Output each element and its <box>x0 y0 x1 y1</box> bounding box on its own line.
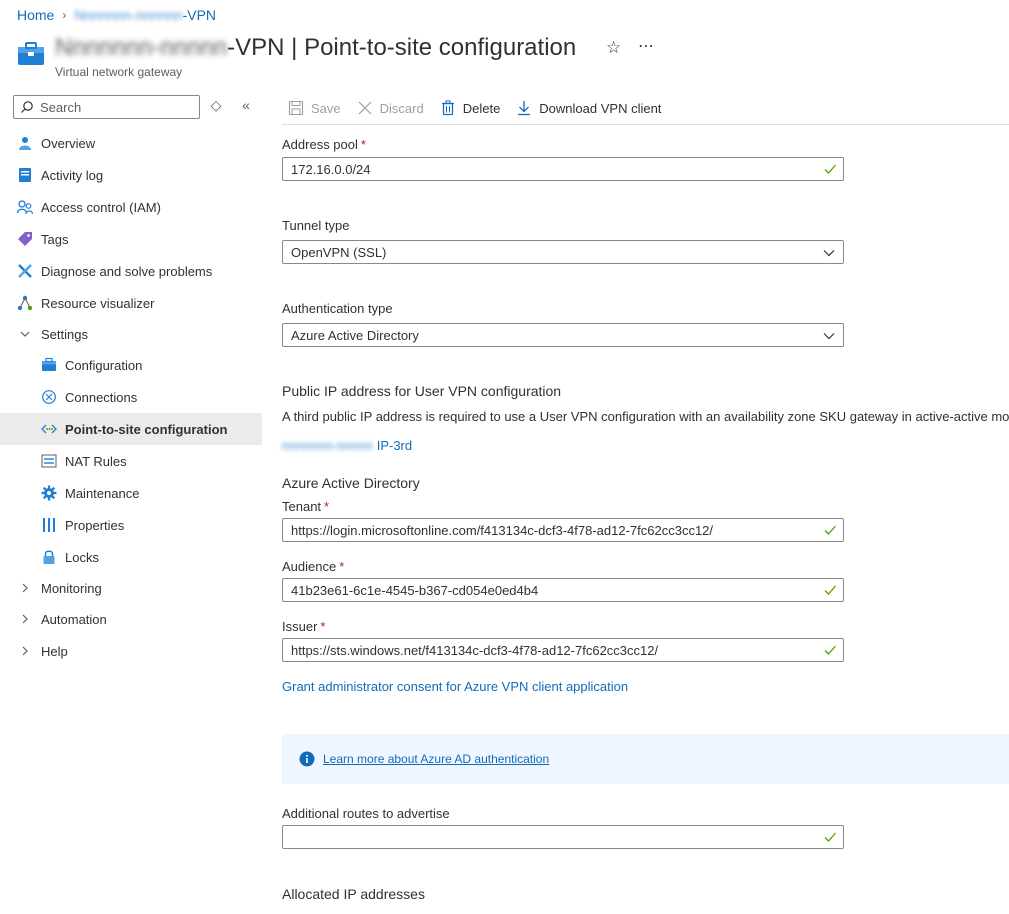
tunnel-type-select[interactable]: OpenVPN (SSL) <box>282 240 844 264</box>
breadcrumb-resource-link[interactable]: Nnnnnnn-nnnnnn-VPN <box>74 7 216 23</box>
discard-button[interactable]: Discard <box>349 94 432 122</box>
page-header: Nnnnnnn-nnnnn -VPN | Point-to-site config… <box>16 32 996 82</box>
redacted-name: Nnnnnnn-nnnnnn <box>74 7 183 23</box>
sidebar-item-tags[interactable]: Tags <box>0 223 262 255</box>
audience-input[interactable]: 41b23e61-6c1e-4545-b367-cd054e0ed4b4 <box>282 578 844 602</box>
virtual-network-gateway-icon <box>18 42 44 65</box>
sidebar-item-iam[interactable]: Access control (IAM) <box>0 191 262 223</box>
chevron-down-icon <box>17 326 33 342</box>
additional-routes-input[interactable] <box>282 825 844 849</box>
close-icon <box>358 101 372 115</box>
check-icon <box>824 525 836 535</box>
lock-icon <box>41 549 57 565</box>
tunnel-type-label: Tunnel type <box>282 218 350 233</box>
sort-toggle-icon[interactable]: ◇ <box>206 97 226 117</box>
iam-icon <box>17 199 33 215</box>
sidebar-item-point-to-site[interactable]: Point-to-site configuration <box>0 413 262 445</box>
allocated-ip-section-title: Allocated IP addresses <box>282 886 425 902</box>
sidebar-item-overview[interactable]: Overview <box>0 127 262 159</box>
learn-more-aad-link[interactable]: Learn more about Azure AD authentication <box>323 752 549 766</box>
collapse-sidebar-icon[interactable]: « <box>236 97 256 117</box>
properties-icon <box>41 517 57 533</box>
activity-log-icon <box>17 167 33 183</box>
redacted-name: nnnnnnn-nnnnn <box>282 438 374 453</box>
tenant-input[interactable]: https://login.microsoftonline.com/f41313… <box>282 518 844 542</box>
check-icon <box>824 585 836 595</box>
required-marker: * <box>360 137 366 152</box>
sidebar-search-input[interactable]: Search <box>13 95 200 119</box>
chevron-down-icon <box>823 250 835 257</box>
public-ip-link[interactable]: nnnnnnn-nnnnn IP-3rd <box>282 438 412 453</box>
check-icon <box>824 832 836 842</box>
trash-icon <box>441 100 454 116</box>
sidebar-item-nat-rules[interactable]: NAT Rules <box>0 445 262 477</box>
download-icon <box>518 101 531 116</box>
tag-icon <box>17 231 33 247</box>
sidebar-item-maintenance[interactable]: Maintenance <box>0 477 262 509</box>
aad-section-title: Azure Active Directory <box>282 475 420 491</box>
address-pool-input[interactable]: 172.16.0.0/24 <box>282 157 844 181</box>
delete-button[interactable]: Delete <box>432 94 509 122</box>
sidebar-group-help[interactable]: Help <box>0 635 262 667</box>
sidebar-item-activity-log[interactable]: Activity log <box>0 159 262 191</box>
breadcrumb: Home › Nnnnnnn-nnnnnn-VPN <box>17 6 216 24</box>
info-icon <box>299 751 315 767</box>
save-button[interactable]: Save <box>282 94 349 122</box>
page-subtitle: Virtual network gateway <box>55 65 183 79</box>
connections-icon <box>41 389 57 405</box>
save-icon <box>288 100 304 116</box>
address-pool-label: Address pool * <box>282 137 366 152</box>
favorite-star-icon[interactable]: ☆ <box>606 38 621 58</box>
search-icon <box>21 101 33 113</box>
authentication-type-label: Authentication type <box>282 301 393 316</box>
additional-routes-label: Additional routes to advertise <box>282 806 450 821</box>
more-options-icon[interactable]: ⋯ <box>638 36 655 56</box>
authentication-type-select[interactable]: Azure Active Directory <box>282 323 844 347</box>
wrench-icon <box>17 263 33 279</box>
chevron-right-icon <box>17 611 33 627</box>
required-marker: * <box>320 619 326 634</box>
info-banner: Learn more about Azure AD authentication <box>282 734 1009 784</box>
public-ip-description: A third public IP address is required to… <box>282 409 1009 424</box>
check-icon <box>824 645 836 655</box>
required-marker: * <box>324 499 330 514</box>
visualizer-icon <box>17 295 33 311</box>
grant-admin-consent-link[interactable]: Grant administrator consent for Azure VP… <box>282 679 628 694</box>
sidebar-item-resource-visualizer[interactable]: Resource visualizer <box>0 287 262 319</box>
command-bar: Save Discard Delete Download VPN client <box>282 92 1009 125</box>
issuer-label: Issuer * <box>282 619 326 634</box>
sidebar-group-settings[interactable]: Settings <box>0 319 262 349</box>
sidebar-item-diagnose[interactable]: Diagnose and solve problems <box>0 255 262 287</box>
point-to-site-icon <box>41 421 57 437</box>
gear-icon <box>41 485 57 501</box>
audience-label: Audience * <box>282 559 345 574</box>
sidebar-group-monitoring[interactable]: Monitoring <box>0 573 262 603</box>
sidebar-group-automation[interactable]: Automation <box>0 603 262 635</box>
public-ip-section-title: Public IP address for User VPN configura… <box>282 383 562 399</box>
required-marker: * <box>339 559 345 574</box>
download-vpn-client-button[interactable]: Download VPN client <box>508 94 669 122</box>
page-title: Nnnnnnn-nnnnn -VPN | Point-to-site config… <box>55 34 577 61</box>
overview-icon <box>17 135 33 151</box>
sidebar-item-properties[interactable]: Properties <box>0 509 262 541</box>
breadcrumb-home-link[interactable]: Home <box>17 7 54 23</box>
chevron-right-icon <box>17 643 33 659</box>
chevron-right-icon <box>17 580 33 596</box>
sidebar-item-configuration[interactable]: Configuration <box>0 349 262 381</box>
nat-rules-icon <box>41 453 57 469</box>
issuer-input[interactable]: https://sts.windows.net/f413134c-dcf3-4f… <box>282 638 844 662</box>
tenant-label: Tenant * <box>282 499 330 514</box>
chevron-right-icon: › <box>62 8 67 22</box>
sidebar-item-locks[interactable]: Locks <box>0 541 262 573</box>
chevron-down-icon <box>823 333 835 340</box>
configuration-icon <box>41 357 57 373</box>
sidebar-item-connections[interactable]: Connections <box>0 381 262 413</box>
sidebar-nav: Overview Activity log Access control (IA… <box>0 127 262 667</box>
redacted-name: Nnnnnnn-nnnnn <box>55 34 228 61</box>
check-icon <box>824 164 836 174</box>
